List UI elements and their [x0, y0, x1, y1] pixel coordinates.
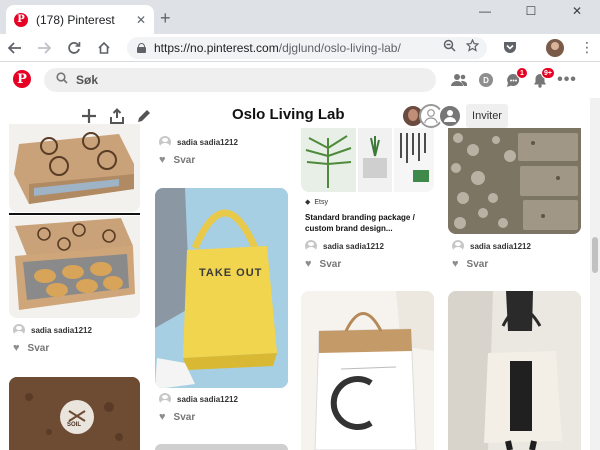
pin-attribution[interactable]: sadia sadia1212	[452, 240, 531, 252]
source-name: Etsy	[314, 198, 329, 206]
divider	[9, 213, 140, 215]
pin-image-partial[interactable]	[155, 444, 288, 450]
pin-description[interactable]: Standard branding package / custom brand…	[305, 212, 433, 234]
pin-image-box-top[interactable]	[9, 124, 140, 212]
url-host: https://no.pinterest.com	[154, 41, 279, 55]
tab-title: (178) Pinterest	[36, 12, 115, 27]
pinterest-favicon-icon: P	[14, 12, 28, 27]
notifications-button[interactable]: 9+	[531, 67, 555, 89]
board-title: Oslo Living Lab	[232, 106, 345, 123]
reply-label: Svar	[466, 258, 489, 270]
more-options-icon[interactable]: •••	[557, 71, 576, 89]
pin-image-paper-bags[interactable]	[301, 291, 434, 450]
reply-label: Svar	[173, 411, 196, 423]
forward-icon[interactable]	[34, 38, 54, 58]
pin-attribution[interactable]: sadia sadia1212	[305, 240, 384, 252]
following-people-icon[interactable]	[450, 71, 468, 89]
pinterest-logo-icon[interactable]: P	[13, 70, 31, 88]
new-tab-icon[interactable]: +	[160, 8, 171, 29]
user-avatar	[159, 393, 171, 405]
search-icon	[56, 71, 68, 89]
pin-username: sadia sadia1212	[323, 241, 384, 251]
scrollbar-thumb[interactable]	[592, 237, 598, 273]
browser-tab[interactable]: P (178) Pinterest ✕	[6, 5, 154, 34]
messages-button[interactable]: 1	[504, 67, 528, 89]
page-scrollbar[interactable]	[590, 98, 600, 450]
window-close-icon[interactable]: ✕	[554, 0, 600, 22]
profile-initial: D	[479, 73, 493, 87]
user-avatar	[452, 240, 464, 252]
lock-icon	[137, 43, 146, 53]
bag-print-label: TAKE OUT	[199, 267, 263, 279]
browser-tab-bar: P (178) Pinterest ✕ + — ☐ ✕	[0, 0, 600, 34]
heart-icon: ♥	[452, 258, 459, 270]
add-collaborator-icon[interactable]	[438, 104, 462, 128]
reply-button[interactable]: ♥ Svar	[159, 411, 195, 423]
back-icon[interactable]	[5, 38, 25, 58]
search-bar[interactable]	[44, 68, 436, 92]
heart-icon: ♥	[305, 258, 312, 270]
browser-menu-icon[interactable]: ⋮	[578, 39, 596, 57]
zoom-icon[interactable]	[443, 39, 456, 55]
maximize-icon[interactable]: ☐	[508, 0, 554, 22]
soil-label: SOIL	[67, 422, 82, 428]
heart-icon: ♥	[13, 342, 20, 354]
user-avatar	[13, 324, 25, 336]
messages-badge: 1	[516, 67, 528, 79]
profile-button[interactable]: D	[477, 71, 495, 89]
pin-attribution[interactable]: sadia sadia1212	[13, 324, 92, 336]
reply-label: Svar	[173, 154, 196, 166]
pin-attribution[interactable]: sadia sadia1212	[159, 136, 238, 148]
pin-image-branding[interactable]	[301, 128, 434, 192]
notifications-badge: 9+	[541, 67, 555, 79]
home-icon[interactable]	[94, 38, 114, 58]
pin-image-tote-bag[interactable]	[448, 291, 581, 450]
browser-toolbar: https://no.pinterest.com/djglund/oslo-li…	[0, 34, 600, 62]
reply-button[interactable]: ♥ Svar	[13, 342, 49, 354]
pin-username: sadia sadia1212	[470, 241, 531, 251]
url-path: /djglund/oslo-living-lab/	[278, 41, 401, 55]
tag-icon: ◆	[305, 199, 311, 206]
reload-icon[interactable]	[64, 38, 84, 58]
reply-label: Svar	[27, 342, 50, 354]
heart-icon: ♥	[159, 411, 166, 423]
pin-source[interactable]: ◆ Etsy	[305, 198, 329, 207]
reply-label: Svar	[319, 258, 342, 270]
invite-button[interactable]: Inviter	[466, 104, 508, 128]
pin-image-stones[interactable]	[448, 128, 581, 234]
reply-button[interactable]: ♥ Svar	[452, 258, 488, 270]
bookmark-star-icon[interactable]	[465, 38, 480, 55]
pinterest-header: P D 1 9+ •••	[0, 63, 600, 98]
profile-avatar[interactable]	[546, 39, 564, 57]
pin-username: sadia sadia1212	[31, 325, 92, 335]
reply-button[interactable]: ♥ Svar	[159, 154, 195, 166]
tab-close-icon[interactable]: ✕	[136, 13, 146, 27]
pin-username: sadia sadia1212	[177, 137, 238, 147]
pin-image-box-cookies[interactable]	[9, 216, 140, 318]
reply-button[interactable]: ♥ Svar	[305, 258, 341, 270]
pin-image-takeout-bag[interactable]: TAKE OUT	[155, 188, 288, 388]
pin-attribution[interactable]: sadia sadia1212	[159, 393, 238, 405]
user-avatar	[159, 136, 171, 148]
search-input[interactable]	[76, 73, 376, 87]
heart-icon: ♥	[159, 154, 166, 166]
pin-image-soil[interactable]: SOIL	[9, 377, 140, 450]
pin-username: sadia sadia1212	[177, 394, 238, 404]
address-bar[interactable]: https://no.pinterest.com/djglund/oslo-li…	[127, 37, 487, 59]
minimize-icon[interactable]: —	[462, 0, 508, 22]
user-avatar	[305, 240, 317, 252]
pocket-extension-icon[interactable]	[502, 39, 520, 57]
